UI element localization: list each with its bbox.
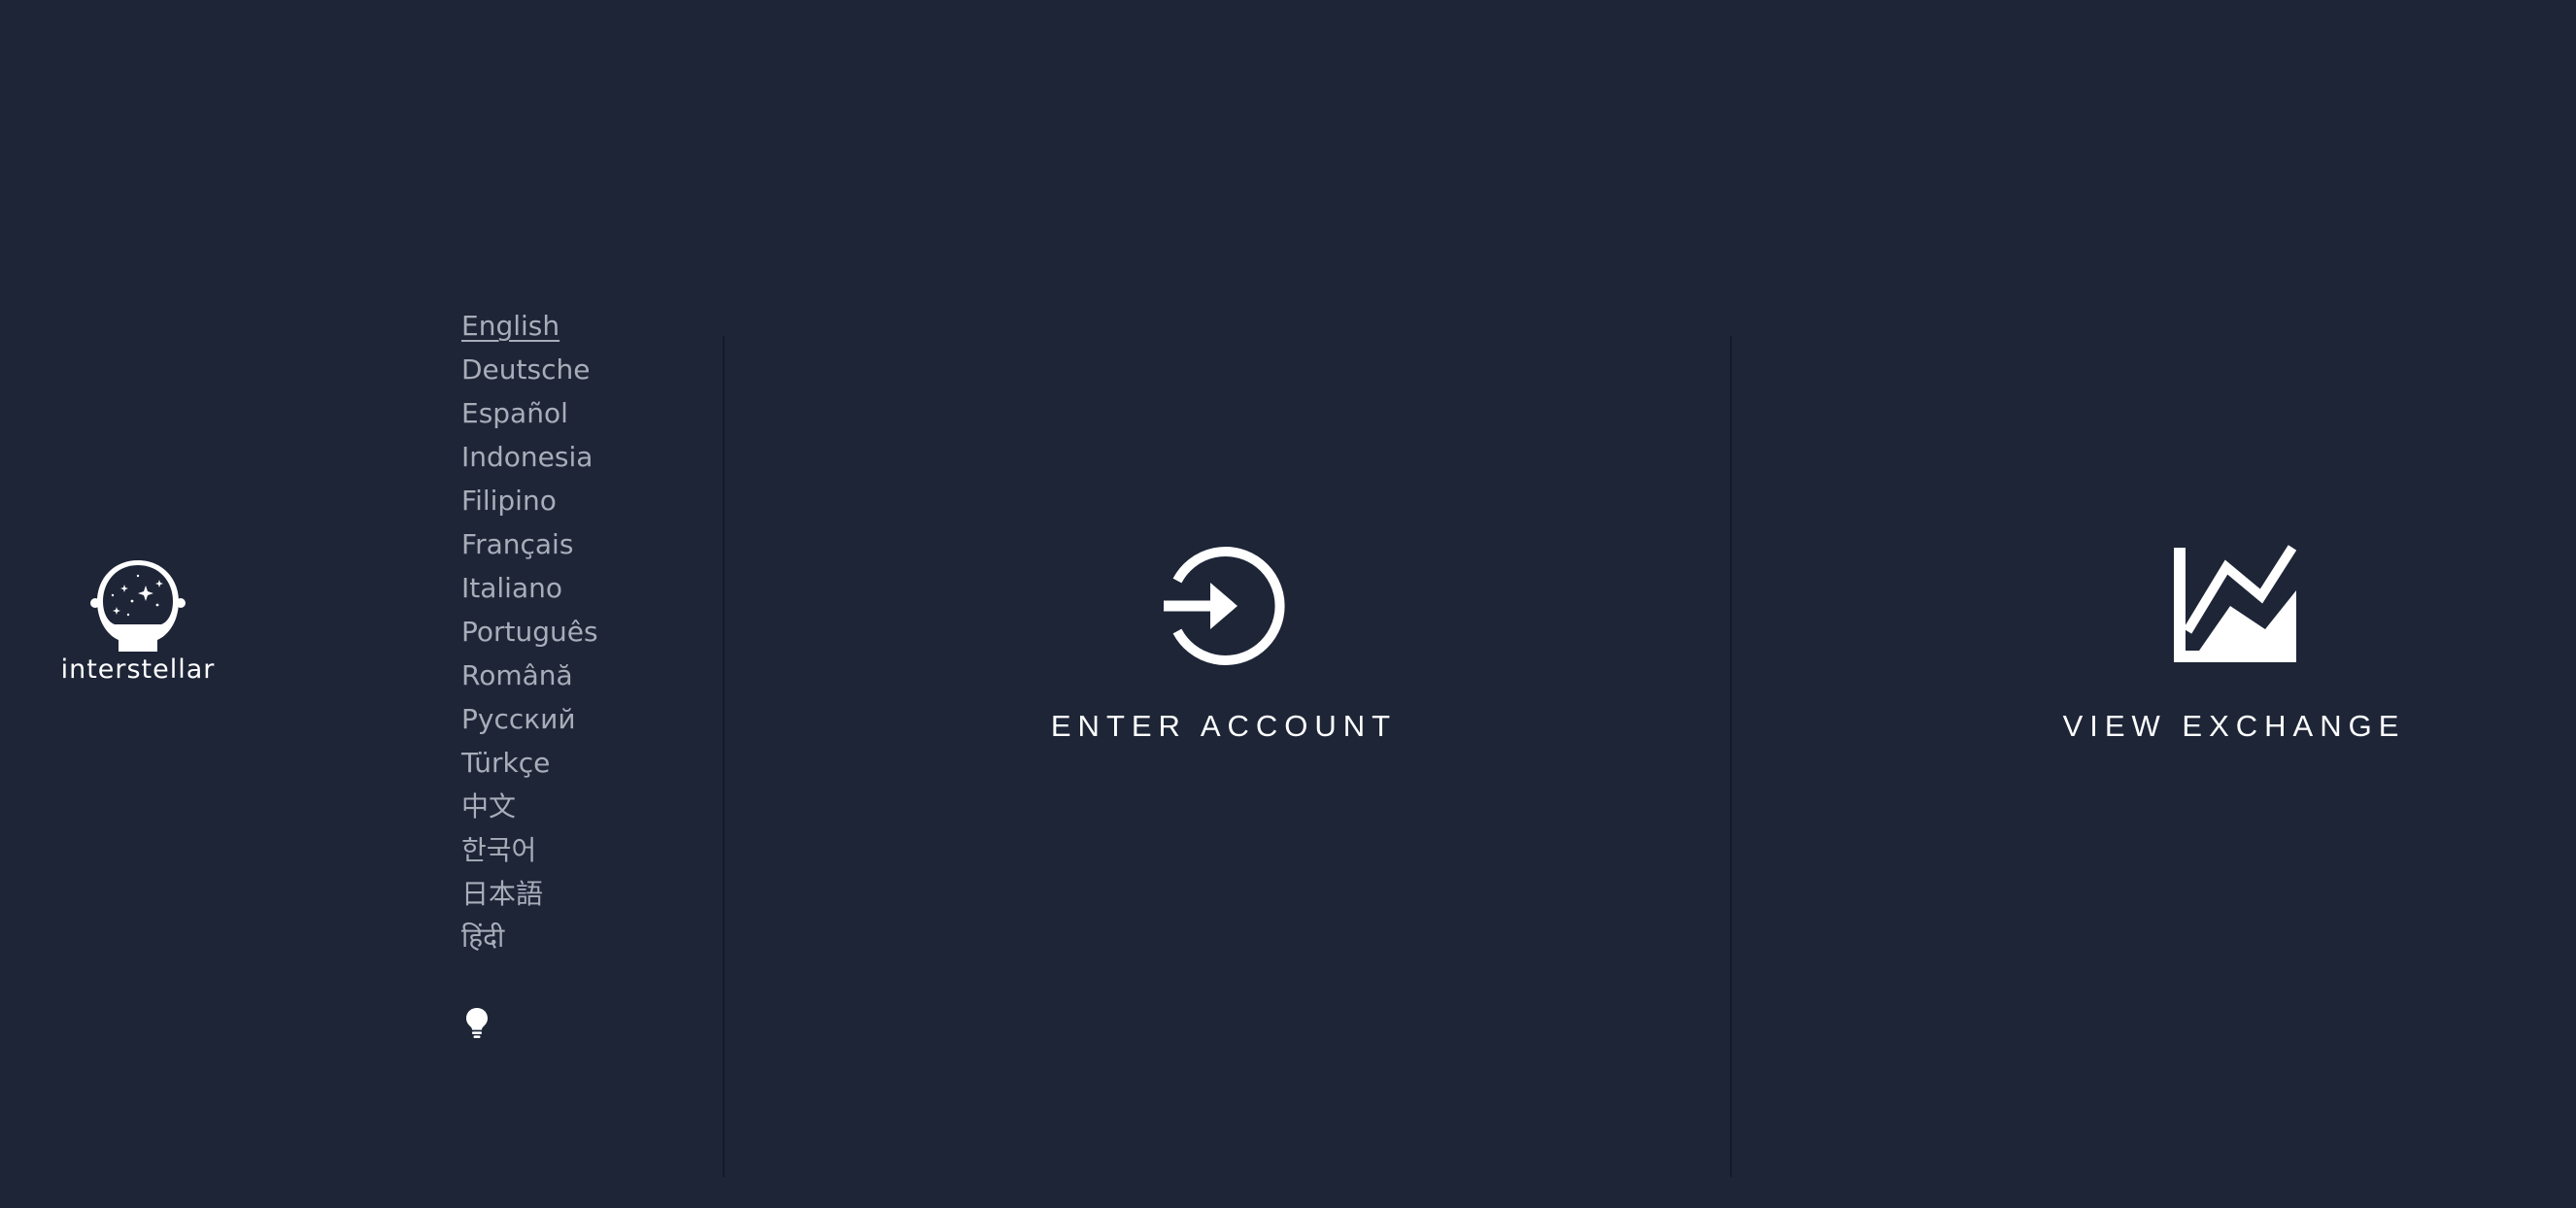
language-list: English Deutsche Español Indonesia Filipino F… xyxy=(461,304,598,959)
language-option[interactable]: 한국어 xyxy=(461,828,598,872)
view-exchange-label: VIEW EXCHANGE xyxy=(2062,709,2406,743)
language-option[interactable]: Indonesia xyxy=(461,435,598,479)
enter-account-button[interactable]: ENTER ACCOUNT xyxy=(932,544,1515,757)
language-option[interactable]: Italiano xyxy=(461,566,598,610)
language-option[interactable]: Русский xyxy=(461,697,598,741)
language-option[interactable]: Español xyxy=(461,391,598,435)
language-option[interactable]: 中文 xyxy=(461,785,598,828)
language-option[interactable]: हिंदी xyxy=(461,916,598,959)
astronaut-helmet-icon xyxy=(90,560,186,652)
lightbulb-icon[interactable] xyxy=(463,1006,491,1039)
language-option[interactable]: Türkçe xyxy=(461,741,598,785)
brand-name: interstellar xyxy=(60,654,216,685)
language-option[interactable]: Română xyxy=(461,654,598,697)
divider xyxy=(723,336,725,1177)
chart-line-icon xyxy=(2174,545,2296,662)
language-option[interactable]: Français xyxy=(461,522,598,566)
brand-logo[interactable]: interstellar xyxy=(43,558,233,692)
view-exchange-button[interactable]: VIEW EXCHANGE xyxy=(1943,544,2525,757)
language-option[interactable]: English xyxy=(461,304,598,348)
login-arrow-circle-icon xyxy=(1164,547,1285,665)
landing-page: interstellar English Deutsche Español Indon… xyxy=(0,0,2576,1208)
language-option[interactable]: 日本語 xyxy=(461,872,598,916)
enter-account-label: ENTER ACCOUNT xyxy=(1050,709,1398,743)
language-option[interactable]: Filipino xyxy=(461,479,598,522)
divider xyxy=(1730,336,1732,1177)
language-option[interactable]: Deutsche xyxy=(461,348,598,391)
language-option[interactable]: Português xyxy=(461,610,598,654)
